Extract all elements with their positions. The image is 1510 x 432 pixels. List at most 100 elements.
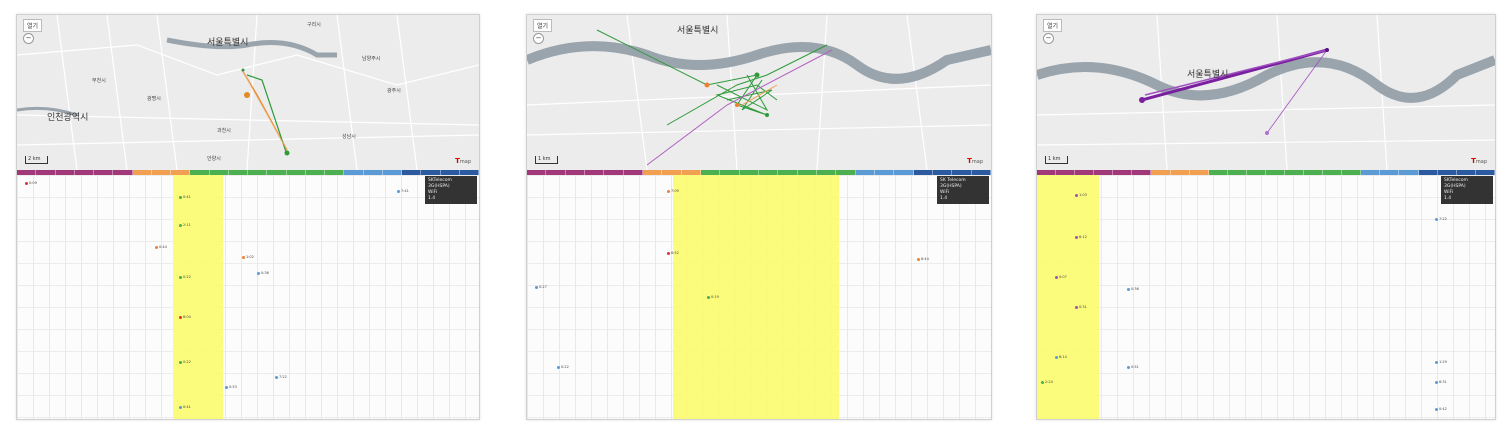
selected-time-range bbox=[673, 175, 839, 419]
timeline-event[interactable]: 0:53 bbox=[225, 385, 238, 389]
tmap-logo: Tmap bbox=[455, 157, 471, 165]
map-open-button[interactable]: 열기 bbox=[533, 19, 553, 32]
event-dot-icon bbox=[242, 255, 245, 259]
timeline-event[interactable]: 0:41 bbox=[179, 195, 192, 199]
trajectory-panel-1: 구리시 서울특별시 남양주시 부천시 광명시 인천광역시 과천시 성남시 안양시… bbox=[16, 14, 480, 420]
timeline-event[interactable]: 0:36 bbox=[1127, 287, 1140, 291]
map-label: 서울특별시 bbox=[207, 38, 249, 48]
timeline-event[interactable]: 0:27 bbox=[535, 285, 548, 289]
map-view[interactable]: 구리시 서울특별시 남양주시 부천시 광명시 인천광역시 과천시 성남시 안양시… bbox=[17, 15, 479, 170]
event-dot-icon bbox=[535, 285, 538, 289]
event-dot-icon bbox=[917, 257, 920, 261]
event-dot-icon bbox=[179, 223, 182, 227]
event-time: 7:41 bbox=[401, 189, 409, 193]
map-label: 인천광역시 bbox=[47, 113, 89, 123]
event-time: 6:31 bbox=[1439, 380, 1447, 384]
timeline-event[interactable]: 1:29 bbox=[1435, 360, 1448, 364]
map-scale: 2 km bbox=[25, 156, 48, 164]
event-time: 6:52 bbox=[671, 251, 679, 255]
event-time: 0:36 bbox=[1131, 287, 1139, 291]
map-label: 광명시 bbox=[147, 96, 161, 102]
event-time: 7:22 bbox=[279, 375, 287, 379]
event-timeline[interactable]: 0:09 7:41 0:44 1:02 0:36 7:22 0:53 0:41 … bbox=[17, 175, 479, 419]
tmap-logo: Tmap bbox=[967, 157, 983, 165]
event-time: 0:07 bbox=[1059, 275, 1067, 279]
timeline-event[interactable]: 7:22 bbox=[275, 375, 288, 379]
event-time: 0:36 bbox=[261, 271, 269, 275]
event-time: 1:29 bbox=[1439, 360, 1447, 364]
event-time: 2:24 bbox=[1045, 380, 1053, 384]
timeline-event[interactable]: 6:31 bbox=[1435, 380, 1448, 384]
event-dot-icon bbox=[257, 271, 260, 275]
event-time: 0:31 bbox=[1079, 305, 1087, 309]
event-dot-icon bbox=[397, 189, 400, 193]
timeline-event[interactable]: 6:04 bbox=[179, 315, 192, 319]
timeline-event[interactable]: 0:09 bbox=[25, 181, 38, 185]
event-timeline[interactable]: 7:09 6:52 0:27 0:22 6:44 0:19 bbox=[527, 175, 991, 419]
zoom-out-button[interactable]: − bbox=[533, 33, 544, 44]
map-label: 서울특별시 bbox=[1187, 70, 1229, 80]
event-timeline[interactable]: 1:03 6:12 0:07 0:31 0:36 0:51 6:14 7:22 … bbox=[1037, 175, 1495, 419]
timeline-event[interactable]: 6:52 bbox=[667, 251, 680, 255]
event-dot-icon bbox=[707, 295, 710, 299]
timeline-event[interactable]: 0:44 bbox=[155, 245, 168, 249]
timeline-event[interactable]: 0:41 bbox=[179, 405, 192, 409]
event-time: 0:22 bbox=[183, 275, 191, 279]
timeline-event[interactable]: 7:09 bbox=[667, 189, 680, 193]
timeline-event[interactable]: 6:44 bbox=[917, 257, 930, 261]
device-info-box: SKTelecom 3G(HSPA) WiFi 1.4 bbox=[425, 176, 477, 204]
timeline-event[interactable]: 1:03 bbox=[1075, 193, 1088, 197]
timeline-event[interactable]: 1:02 bbox=[242, 255, 255, 259]
tmap-logo: Tmap bbox=[1471, 157, 1487, 165]
map-graphic bbox=[527, 15, 991, 170]
timeline-event[interactable]: 0:19 bbox=[707, 295, 720, 299]
timeline-event[interactable]: 0:31 bbox=[1075, 305, 1088, 309]
event-time: 1:03 bbox=[1079, 193, 1087, 197]
timeline-event[interactable]: 6:12 bbox=[1075, 235, 1088, 239]
event-dot-icon bbox=[1435, 407, 1438, 411]
info-line: 1.4 bbox=[428, 196, 436, 201]
timeline-event[interactable]: 2:24 bbox=[1041, 380, 1054, 384]
timeline-event[interactable]: 0:07 bbox=[1055, 275, 1068, 279]
map-scale: 1 km bbox=[1045, 156, 1068, 164]
selected-time-range bbox=[173, 175, 223, 419]
event-dot-icon bbox=[179, 405, 182, 409]
timeline-event[interactable]: 6:14 bbox=[1055, 355, 1068, 359]
event-dot-icon bbox=[179, 315, 182, 319]
map-open-button[interactable]: 열기 bbox=[1043, 19, 1063, 32]
zoom-out-button[interactable]: − bbox=[23, 33, 34, 44]
timeline-event[interactable]: 0:42 bbox=[1435, 407, 1448, 411]
event-time: 0:22 bbox=[183, 360, 191, 364]
event-dot-icon bbox=[1041, 380, 1044, 384]
timeline-event[interactable]: 0:51 bbox=[1127, 365, 1140, 369]
event-time: 6:14 bbox=[1059, 355, 1067, 359]
event-dot-icon bbox=[1055, 355, 1058, 359]
event-dot-icon bbox=[25, 181, 28, 185]
event-time: 1:02 bbox=[246, 255, 254, 259]
timeline-event[interactable]: 0:22 bbox=[557, 365, 570, 369]
map-graphic bbox=[1037, 15, 1495, 170]
zoom-out-button[interactable]: − bbox=[1043, 33, 1054, 44]
device-info-box: SK Telecom 3G(HSPA) WiFi 1.4 bbox=[937, 176, 989, 204]
map-view[interactable]: 서울특별시 열기 − 1 km Tmap bbox=[527, 15, 991, 170]
map-label: 안양시 bbox=[207, 156, 221, 162]
event-dot-icon bbox=[667, 251, 670, 255]
map-view[interactable]: 서울특별시 열기 − 1 km Tmap bbox=[1037, 15, 1495, 170]
timeline-event[interactable]: 0:36 bbox=[257, 271, 270, 275]
timeline-event[interactable]: 7:41 bbox=[397, 189, 410, 193]
event-dot-icon bbox=[1127, 365, 1130, 369]
event-dot-icon bbox=[275, 375, 278, 379]
timeline-event[interactable]: 2:11 bbox=[179, 223, 192, 227]
event-time: 0:09 bbox=[29, 181, 37, 185]
event-dot-icon bbox=[179, 360, 182, 364]
device-info-box: SKTelecom 3G(HSPA) WiFi 1.4 bbox=[1441, 176, 1493, 204]
trajectory-panel-3: 서울특별시 열기 − 1 km Tmap 1:03 6:12 0:07 0:31… bbox=[1036, 14, 1496, 420]
timeline-event[interactable]: 0:22 bbox=[179, 275, 192, 279]
event-dot-icon bbox=[667, 189, 670, 193]
timeline-event[interactable]: 7:22 bbox=[1435, 217, 1448, 221]
timeline-event[interactable]: 0:22 bbox=[179, 360, 192, 364]
map-open-button[interactable]: 열기 bbox=[23, 19, 43, 32]
map-scale: 1 km bbox=[535, 156, 558, 164]
event-time: 0:53 bbox=[229, 385, 237, 389]
map-label: 과천시 bbox=[217, 128, 231, 134]
